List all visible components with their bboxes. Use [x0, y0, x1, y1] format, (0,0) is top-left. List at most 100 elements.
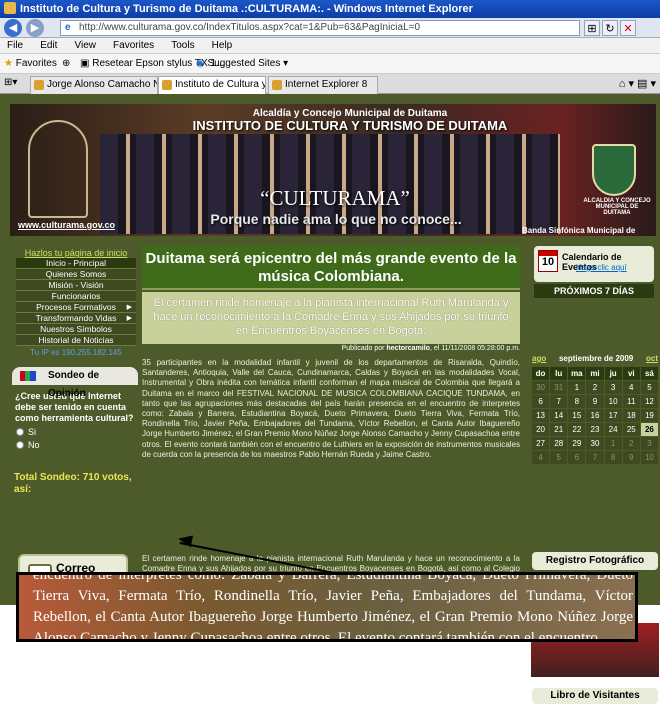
prev-month-link[interactable]: ago: [532, 354, 546, 366]
menu-view[interactable]: View: [67, 38, 103, 54]
calendar-day[interactable]: 3: [604, 381, 622, 394]
calendar-day[interactable]: 3: [640, 437, 658, 450]
refresh-icon[interactable]: ↻: [602, 20, 618, 36]
calendar-day[interactable]: 21: [550, 423, 568, 436]
calendar-day[interactable]: 4: [622, 381, 640, 394]
back-arrow-icon[interactable]: ◀: [4, 19, 22, 37]
favorites-bar: ★ Favorites ⊕ ▣ Resetear Epson stylus TX…: [0, 54, 660, 74]
calendar-nav: ago septiembre de 2009 oct: [532, 354, 658, 366]
calendar-day[interactable]: 28: [550, 437, 568, 450]
byline-prefix: Publicado por: [341, 345, 385, 352]
compatibility-icon[interactable]: ⊞: [584, 20, 600, 36]
calendar-day[interactable]: 16: [586, 409, 604, 422]
calendar-day[interactable]: 14: [550, 409, 568, 422]
next-7-days: PRÓXIMOS 7 DÍAS: [534, 284, 654, 298]
right-sidebar: 10 Calendario de Eventos Haga clic aquí …: [530, 242, 660, 704]
add-favorite-icon[interactable]: ⊕: [62, 57, 70, 71]
calendar-day[interactable]: 26: [640, 423, 658, 436]
nav-item[interactable]: Procesos Formativos ▶: [16, 302, 136, 313]
menu-favorites[interactable]: Favorites: [106, 38, 161, 54]
calendar-day[interactable]: 7: [586, 451, 604, 464]
calendar-day[interactable]: 13: [532, 409, 550, 422]
poll-total: Total Sondeo: 710 votos, así:: [14, 472, 132, 495]
banner-title: INSTITUTO DE CULTURA Y TURISMO DE DUITAM…: [192, 118, 508, 133]
tab-jorge[interactable]: Jorge Alonso Camacho Nuñe...: [30, 76, 158, 94]
star-icon: ★: [4, 58, 13, 69]
events-calendar-button[interactable]: 10 Calendario de Eventos Haga clic aquí: [534, 246, 654, 282]
menu-edit[interactable]: Edit: [33, 38, 64, 54]
calendar-day[interactable]: 15: [568, 409, 586, 422]
calendar-day[interactable]: 2: [622, 437, 640, 450]
nav-item[interactable]: Funcionarios: [16, 291, 136, 302]
calendar-day[interactable]: 5: [640, 381, 658, 394]
nav-item-label: Transformando Vidas: [35, 313, 117, 323]
calendar-day[interactable]: 8: [604, 451, 622, 464]
nav-item[interactable]: Historial de Noticias: [16, 335, 136, 346]
calendar-day[interactable]: 7: [550, 395, 568, 408]
menu-help[interactable]: Help: [205, 38, 240, 54]
events-calendar-link[interactable]: Haga clic aquí: [576, 263, 627, 272]
nav-item[interactable]: Misión - Visión: [16, 280, 136, 291]
radio-si[interactable]: [16, 428, 24, 436]
calendar-day[interactable]: 24: [604, 423, 622, 436]
calendar-weekday: lu: [550, 367, 568, 380]
radio-no[interactable]: [16, 441, 24, 449]
calendar-day[interactable]: 11: [622, 395, 640, 408]
banner-brand: “CULTURAMA”: [260, 186, 410, 210]
tab-ie8[interactable]: Internet Explorer 8: [268, 76, 378, 94]
favorite-link-suggested[interactable]: ◉ Suggested Sites ▾: [196, 57, 288, 71]
calendar-day[interactable]: 30: [532, 381, 550, 394]
calendar-day[interactable]: 6: [568, 451, 586, 464]
calendar-day[interactable]: 2: [586, 381, 604, 394]
zoomed-excerpt: encuentro de interpretes como: Zabala y …: [16, 572, 638, 642]
calendar-day[interactable]: 8: [568, 395, 586, 408]
site-url-link[interactable]: www.culturama.gov.co: [18, 220, 115, 230]
calendar-day[interactable]: 23: [586, 423, 604, 436]
calendar-day[interactable]: 12: [640, 395, 658, 408]
poll-widget: Sondeo de Opinión ¿Cree usted que Intern…: [12, 367, 138, 496]
calendar-day[interactable]: 27: [532, 437, 550, 450]
article-headline[interactable]: Duitama será epicentro del más grande ev…: [142, 246, 520, 290]
calendar-day[interactable]: 10: [604, 395, 622, 408]
address-input[interactable]: http://www.culturama.gov.co/IndexTitulos…: [60, 20, 580, 36]
homepage-link[interactable]: Hazlos tu página de inicio: [16, 249, 136, 258]
menu-file[interactable]: File: [0, 38, 30, 54]
nav-item[interactable]: Quienes Somos: [16, 269, 136, 280]
calendar-day[interactable]: 29: [568, 437, 586, 450]
calendar-day[interactable]: 9: [622, 451, 640, 464]
home-icon[interactable]: ⌂ ▾ ▤ ▾: [619, 77, 656, 90]
author-link[interactable]: hectorcamilo: [386, 345, 430, 352]
guestbook-header[interactable]: Libro de Visitantes: [532, 688, 658, 704]
nav-item-label: Quienes Somos: [45, 269, 107, 279]
nav-item[interactable]: Nuestros Símbolos: [16, 324, 136, 335]
calendar-day[interactable]: 5: [550, 451, 568, 464]
calendar-day[interactable]: 4: [532, 451, 550, 464]
calendar-day[interactable]: 30: [586, 437, 604, 450]
calendar-day[interactable]: 20: [532, 423, 550, 436]
calendar-day[interactable]: 1: [568, 381, 586, 394]
calendar-day[interactable]: 17: [604, 409, 622, 422]
calendar-day[interactable]: 19: [640, 409, 658, 422]
calendar-day[interactable]: 10: [640, 451, 658, 464]
photo-registry-header[interactable]: Registro Fotográfico: [532, 552, 658, 570]
menu-tools[interactable]: Tools: [164, 38, 201, 54]
calendar-day[interactable]: 22: [568, 423, 586, 436]
nav-item[interactable]: Inicio - Principal: [16, 258, 136, 269]
calendar-day[interactable]: 6: [532, 395, 550, 408]
quick-tabs-icon[interactable]: ⊞▾: [4, 77, 17, 88]
next-month-link[interactable]: oct: [646, 354, 658, 366]
favorites-button[interactable]: ★ Favorites: [4, 57, 57, 71]
calendar-day[interactable]: 31: [550, 381, 568, 394]
nav-item[interactable]: Transformando Vidas ▶: [16, 313, 136, 324]
forward-arrow-icon[interactable]: ▶: [26, 19, 44, 37]
calendar-day[interactable]: 25: [622, 423, 640, 436]
stop-icon[interactable]: ✕: [620, 20, 636, 36]
calendar-day[interactable]: 1: [604, 437, 622, 450]
poll-option-si[interactable]: Si: [12, 424, 138, 437]
tab-instituto[interactable]: Instituto de Cultura y Tur...: [158, 76, 266, 94]
calendar-month: septiembre de 2009: [558, 354, 634, 363]
calendar-day[interactable]: 9: [586, 395, 604, 408]
poll-option-no[interactable]: No: [12, 437, 138, 450]
calendar-day[interactable]: 18: [622, 409, 640, 422]
calendar-icon: 10: [538, 250, 558, 272]
